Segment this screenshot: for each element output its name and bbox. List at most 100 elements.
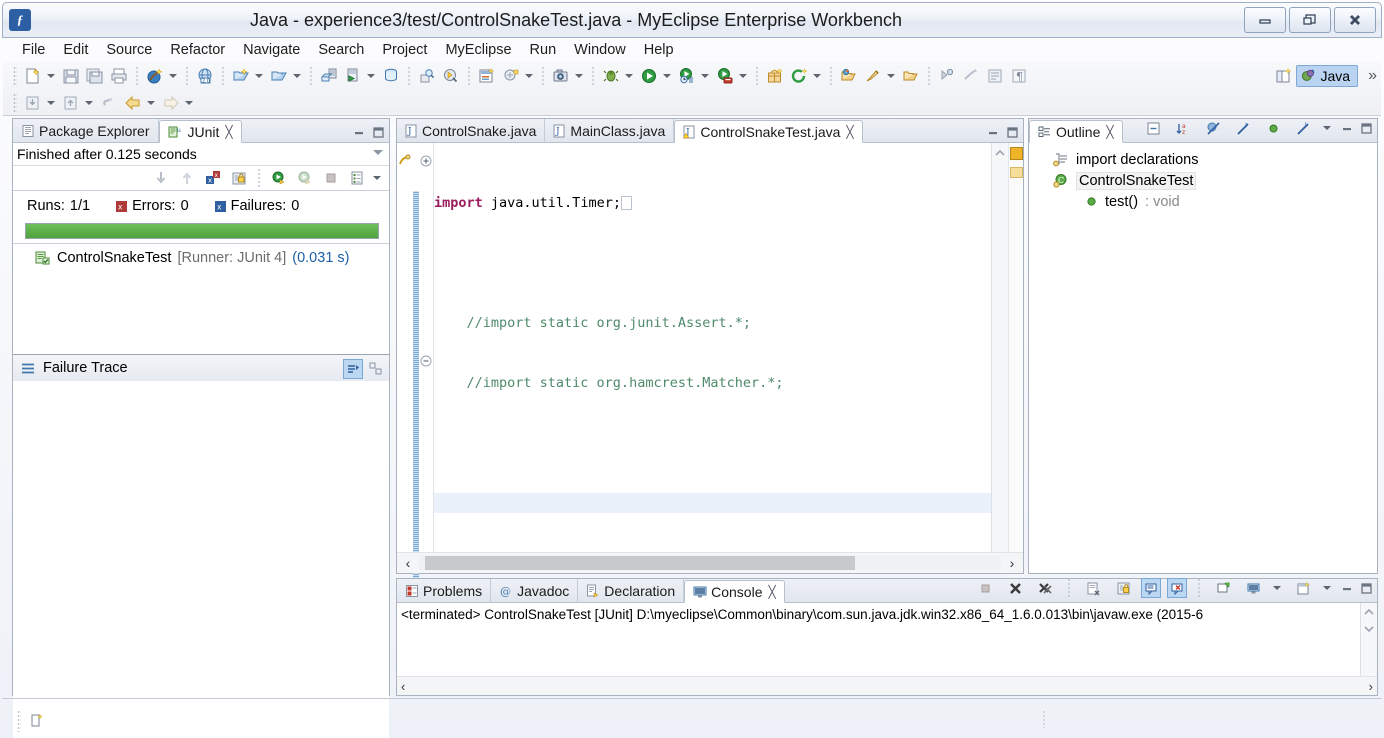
run-server-dropdown[interactable]	[365, 66, 377, 86]
toolbar-grip[interactable]	[13, 92, 17, 113]
import-icon[interactable]	[60, 92, 82, 114]
open-console-dropdown[interactable]	[1321, 578, 1333, 598]
back-dropdown[interactable]	[145, 93, 157, 113]
editor-overview-ruler[interactable]	[1008, 143, 1023, 573]
console-hscroll-left-icon[interactable]: ‹	[401, 679, 405, 694]
stop-icon[interactable]	[320, 167, 342, 189]
close-button[interactable]	[1334, 7, 1376, 33]
clear-console-icon[interactable]	[1082, 577, 1104, 599]
install-icon[interactable]	[764, 65, 786, 87]
new-server-icon[interactable]	[318, 65, 340, 87]
collapse-all-icon[interactable]	[1142, 117, 1164, 139]
menu-project[interactable]: Project	[373, 40, 436, 60]
tab-outline[interactable]: Outline ╳	[1029, 120, 1123, 143]
editor-tab-mainclass[interactable]: J MainClass.java	[545, 119, 675, 142]
export-icon[interactable]	[22, 92, 44, 114]
tab-package-explorer[interactable]: Package Explorer	[13, 119, 159, 142]
pin-dropdown[interactable]	[885, 66, 897, 86]
compare-result-icon[interactable]	[366, 359, 384, 377]
tab-close-icon[interactable]: ╳	[225, 125, 232, 139]
remove-launch-icon[interactable]	[1004, 577, 1026, 599]
outline-view-menu-icon[interactable]	[1321, 118, 1333, 138]
filter-stack-trace-icon[interactable]	[343, 359, 363, 379]
debug-dropdown[interactable]	[623, 66, 635, 86]
new-package-icon[interactable]	[500, 65, 522, 87]
web-browser-icon[interactable]: 2.0	[194, 65, 216, 87]
pin-console-icon[interactable]	[1212, 577, 1234, 599]
test-history-icon[interactable]	[346, 167, 368, 189]
refresh-dropdown[interactable]	[811, 66, 823, 86]
myeclipse-deploy-dropdown[interactable]	[167, 66, 179, 86]
menu-window[interactable]: Window	[565, 40, 635, 60]
minimize-outline-icon[interactable]	[1341, 122, 1354, 135]
editor-horizontal-scrollbar[interactable]: ‹ ›	[397, 552, 1023, 573]
forward-dropdown[interactable]	[183, 93, 195, 113]
new-project-dropdown[interactable]	[253, 66, 265, 86]
tab-close-icon[interactable]: ╳	[769, 585, 776, 599]
maximize-outline-icon[interactable]	[1360, 122, 1373, 135]
junit-status-caret-icon[interactable]	[373, 150, 383, 155]
rerun-test-icon[interactable]	[268, 167, 290, 189]
toolbar-grip[interactable]	[13, 65, 17, 86]
tab-junit[interactable]: u JUnit ╳	[158, 120, 242, 143]
hide-local-icon[interactable]: L	[1292, 117, 1314, 139]
console-horizontal-scrollbar[interactable]: ‹ ›	[397, 676, 1377, 695]
console-hscroll-right-icon[interactable]: ›	[1369, 679, 1373, 694]
restore-perspective-icon[interactable]	[900, 65, 922, 87]
print-icon[interactable]	[108, 65, 130, 87]
junit-view-menu-icon[interactable]	[371, 168, 383, 188]
open-perspective-button[interactable]	[1273, 65, 1295, 87]
export-dropdown[interactable]	[45, 93, 57, 113]
tab-declaration[interactable]: Declaration	[578, 579, 685, 602]
tab-javadoc[interactable]: @ Javadoc	[491, 579, 579, 602]
editor-marker-ruler[interactable]	[397, 143, 413, 573]
toolbar-overflow-chevron[interactable]: »	[1368, 67, 1377, 85]
remove-all-launches-icon[interactable]	[1034, 577, 1056, 599]
import-dropdown[interactable]	[83, 93, 95, 113]
junit-tree-item[interactable]: ControlSnakeTest [Runner: JUnit 4] (0.03…	[13, 250, 389, 266]
minimize-console-icon[interactable]	[1341, 582, 1354, 595]
tab-console[interactable]: Console ╳	[684, 580, 785, 603]
editor-text-area[interactable]: import java.util.Timer; //import static …	[433, 143, 991, 573]
rerun-failed-icon[interactable]	[294, 167, 316, 189]
prev-failure-icon[interactable]	[176, 167, 198, 189]
restore-button[interactable]	[1289, 7, 1331, 33]
hide-nonpublic-icon[interactable]	[1262, 117, 1284, 139]
pin-icon[interactable]	[862, 65, 884, 87]
hscroll-left-icon[interactable]: ‹	[397, 555, 419, 571]
open-console-icon[interactable]	[1292, 577, 1314, 599]
new-project-icon[interactable]	[230, 65, 252, 87]
menu-source[interactable]: Source	[97, 40, 161, 60]
back-icon[interactable]	[122, 92, 144, 114]
editor-tab-close-icon[interactable]: ╳	[846, 125, 853, 139]
maximize-console-icon[interactable]	[1360, 582, 1373, 595]
sort-icon[interactable]: a z	[1172, 117, 1194, 139]
run-icon[interactable]	[638, 65, 660, 87]
menu-edit[interactable]: Edit	[54, 40, 97, 60]
menu-file[interactable]: File	[13, 40, 54, 60]
run-config-dropdown[interactable]	[737, 66, 749, 86]
maximize-view-icon[interactable]	[372, 126, 385, 139]
toggle-block-icon[interactable]	[984, 65, 1006, 87]
menu-navigate[interactable]: Navigate	[234, 40, 309, 60]
menu-help[interactable]: Help	[635, 40, 683, 60]
minimize-editor-icon[interactable]	[987, 126, 1000, 139]
console-vertical-scrollbar[interactable]	[1360, 603, 1377, 677]
perspective-java-button[interactable]: Java	[1295, 65, 1359, 87]
maximize-editor-icon[interactable]	[1006, 126, 1019, 139]
db-explorer-icon[interactable]	[380, 65, 402, 87]
overview-marker-warning[interactable]	[1010, 147, 1023, 160]
terminate-icon[interactable]	[974, 577, 996, 599]
menu-run[interactable]: Run	[521, 40, 566, 60]
run-config-icon[interactable]	[714, 65, 736, 87]
outline-item-imports[interactable]: import declarations	[1029, 149, 1377, 170]
hscroll-right-icon[interactable]: ›	[1001, 555, 1023, 571]
menu-search[interactable]: Search	[309, 40, 373, 60]
menu-refactor[interactable]: Refactor	[161, 40, 234, 60]
next-failure-icon[interactable]	[150, 167, 172, 189]
hscroll-track[interactable]	[419, 556, 1001, 570]
overview-marker-occurrence[interactable]	[1010, 167, 1023, 178]
new-wizard-dropdown[interactable]	[45, 66, 57, 86]
editor-tab-controlsnake[interactable]: J ControlSnake.java	[397, 119, 546, 142]
display-selected-console-icon[interactable]	[1242, 577, 1264, 599]
